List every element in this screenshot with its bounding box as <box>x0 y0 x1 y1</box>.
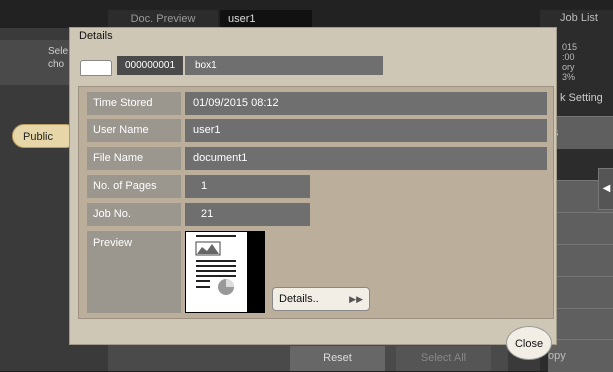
details-panel: Time Stored 01/09/2015 08:12 User Name u… <box>78 86 554 319</box>
field-value-time-stored: 01/09/2015 08:12 <box>185 92 547 115</box>
right-button-6[interactable]: e <box>548 308 613 341</box>
tab-doc-preview[interactable]: Doc. Preview <box>108 10 218 28</box>
right-button-4[interactable]: r <box>548 244 613 277</box>
right-button-copy[interactable]: opy <box>548 339 613 372</box>
field-label-time-stored: Time Stored <box>87 92 181 115</box>
close-button[interactable]: Close <box>506 326 552 360</box>
field-label-pages: No. of Pages <box>87 175 181 198</box>
left-arrow-icon[interactable]: ◀ <box>598 168 613 210</box>
box-select-text: Sele cho <box>48 46 69 70</box>
double-chevron-right-icon: ▶▶ <box>349 294 363 304</box>
reset-button[interactable]: Reset <box>290 346 385 371</box>
box-name: box1 <box>185 56 383 75</box>
field-label-job-no: Job No. <box>87 203 181 226</box>
right-button-3[interactable]: d <box>548 212 613 245</box>
field-label-preview: Preview <box>87 231 181 313</box>
details-button[interactable]: Details.. ▶▶ <box>272 287 370 311</box>
field-value-job-no: 21 <box>185 203 310 226</box>
right-button-5[interactable]: te <box>548 276 613 309</box>
tab-user1[interactable]: user1 <box>220 10 312 28</box>
setting-button[interactable]: k Setting <box>560 92 603 104</box>
job-list-button[interactable]: Job List <box>545 12 613 24</box>
dialog-title: Details <box>79 30 113 42</box>
right-button-details[interactable]: ils <box>548 116 613 149</box>
select-all-button[interactable]: Select All <box>396 346 491 371</box>
details-dialog: Details 000000001 box1 Time Stored 01/09… <box>69 27 557 345</box>
field-value-file-name: document1 <box>185 147 547 170</box>
document-thumbnail-icon <box>185 231 265 313</box>
status-info: 015 :00 ory 3% <box>562 42 578 82</box>
field-label-user-name: User Name <box>87 119 181 142</box>
field-value-user-name: user1 <box>185 119 547 142</box>
field-value-pages: 1 <box>185 175 310 198</box>
box-icon <box>80 60 112 76</box>
field-label-file-name: File Name <box>87 147 181 170</box>
box-number: 000000001 <box>117 56 183 75</box>
